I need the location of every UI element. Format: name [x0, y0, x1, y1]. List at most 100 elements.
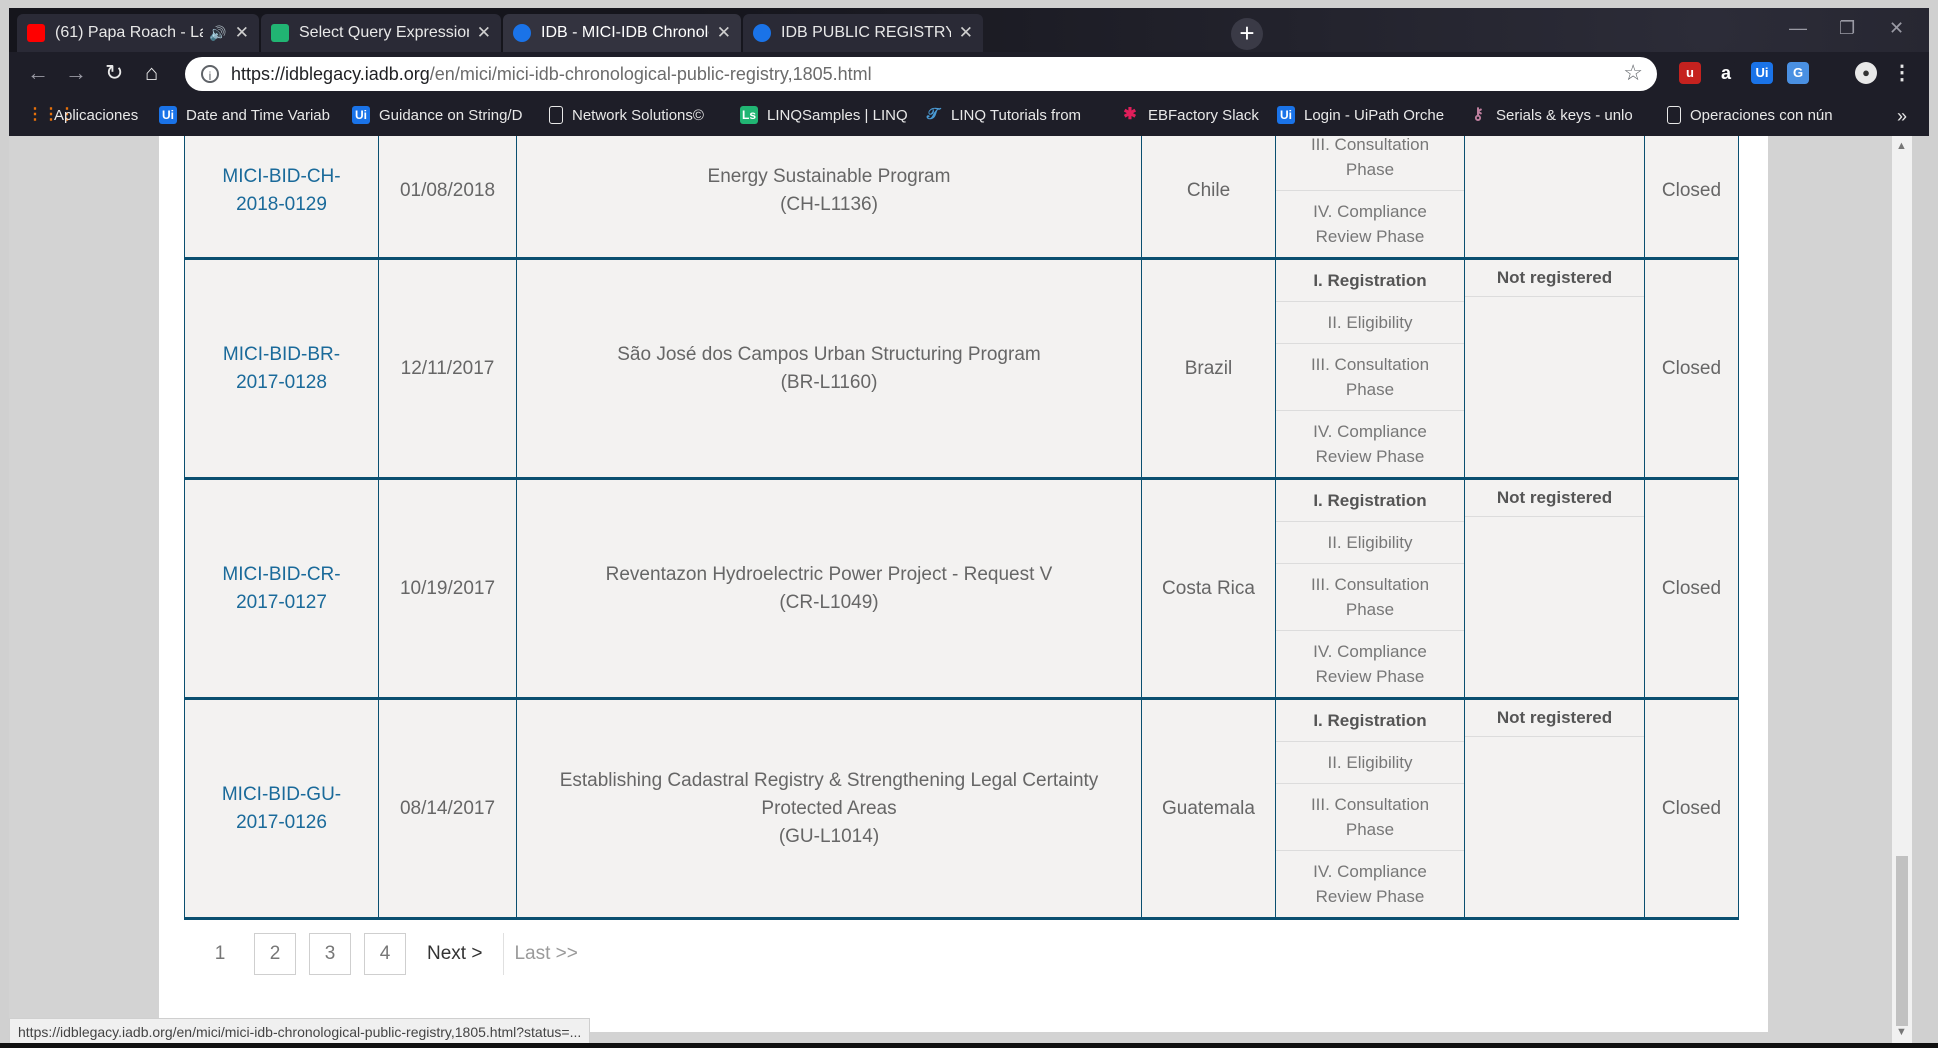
tab-title: IDB PUBLIC REGISTRY CHRONOL [781, 24, 951, 41]
uipath-icon[interactable]: Ui [1751, 62, 1773, 84]
vertical-scrollbar[interactable]: ▲ ▼ [1892, 136, 1912, 1043]
tab-title: Select Query Expression Sample | [299, 24, 469, 41]
close-icon[interactable]: ✕ [959, 23, 973, 43]
menu-icon[interactable]: ⋮ [1891, 62, 1913, 84]
pagination: 1 2 3 4 Next > Last >> [199, 932, 601, 976]
table-row: MICI-BID-CR-2017-0127 10/19/2017 Reventazo… [184, 478, 1739, 700]
bookmark-label: Serials & keys - unlo [1496, 106, 1633, 124]
phases-cell: III. Consultation Phase IV. Compliance Re… [1275, 136, 1465, 260]
phase-item: III. Consultation Phase [1276, 344, 1464, 411]
url-host: https://idblegacy.iadb.org [231, 63, 430, 84]
bookmark-serials-keys[interactable]: ⚷ Serials & keys - unlo [1469, 106, 1633, 124]
profile-avatar[interactable]: ● [1855, 62, 1877, 84]
page-link-3[interactable]: 3 [309, 933, 351, 975]
close-icon[interactable]: ✕ [235, 23, 249, 43]
tab-idb-public-registry[interactable]: IDB PUBLIC REGISTRY CHRONOL ✕ [743, 14, 983, 52]
uipath-icon: Ui [352, 106, 370, 124]
ublock-icon[interactable]: u [1679, 62, 1701, 84]
case-id-link[interactable]: MICI-BID-CR-2017-0127 [184, 478, 379, 700]
tab-youtube[interactable]: (61) Papa Roach - Last Resort 🔊 ✕ [17, 14, 259, 52]
more-bookmarks-icon[interactable]: » [1897, 106, 1907, 127]
phase-item: IV. Compliance Review Phase [1313, 642, 1427, 686]
case-status: Closed [1644, 258, 1739, 480]
project-name: Energy Sustainable Program [707, 165, 951, 187]
bookmark-label: Login - UiPath Orche [1304, 106, 1445, 124]
project-name: São José dos Campos Urban Structuring Pr… [617, 343, 1041, 365]
close-icon[interactable]: ✕ [477, 23, 491, 43]
maximize-icon[interactable]: ❐ [1839, 18, 1855, 39]
case-id-link[interactable]: MICI-BID-GU-2017-0126 [184, 698, 379, 920]
uipath-icon: Ui [1277, 106, 1295, 124]
bookmark-aplicaciones[interactable]: ⋮⋮⋮ Aplicaciones [27, 106, 138, 124]
bookmark-linq-tutorials[interactable]: 𝒯 LINQ Tutorials from [924, 106, 1081, 124]
slack-icon: ✱ [1123, 106, 1137, 123]
speaker-icon[interactable]: 🔊 [209, 25, 226, 42]
case-id-link[interactable]: MICI-BID-BR-2017-0128 [184, 258, 379, 480]
back-icon[interactable]: ← [27, 60, 49, 86]
close-icon[interactable]: ✕ [717, 23, 731, 43]
tab-linq-sample[interactable]: Select Query Expression Sample | ✕ [261, 14, 501, 52]
case-date: 01/08/2018 [378, 136, 517, 260]
linq-icon: Ls [740, 106, 758, 124]
reload-icon[interactable]: ↻ [105, 60, 123, 86]
bookmark-guidance-string[interactable]: Ui Guidance on String/D [352, 106, 522, 124]
phase-item: I. Registration [1276, 480, 1464, 522]
bookmark-linqsamples[interactable]: Ls LINQSamples | LINQ [740, 106, 908, 124]
scroll-up-icon[interactable]: ▲ [1896, 140, 1907, 152]
page-icon [549, 106, 563, 124]
project-code: (CR-L1049) [779, 591, 879, 613]
tab-idb-chronological[interactable]: IDB - MICI-IDB Chronological Pu ✕ [503, 14, 741, 52]
bookmark-network-solutions[interactable]: Network Solutions© [549, 106, 704, 124]
phase-item: III. Consultation Phase [1276, 564, 1464, 631]
address-bar[interactable]: i https://idblegacy.iadb.org/en/mici/mic… [185, 57, 1657, 91]
case-id-link[interactable]: MICI-BID-CH-2018-0129 [184, 136, 379, 260]
tab-title: (61) Papa Roach - Last Resort [55, 24, 203, 41]
phase-item: IV. Compliance Review Phase [1313, 202, 1427, 246]
phase-item: II. Eligibility [1276, 742, 1464, 784]
amazon-icon[interactable]: a [1715, 62, 1737, 84]
phase-item: III. Consultation Phase [1276, 136, 1464, 191]
phase-item: II. Eligibility [1276, 522, 1464, 564]
minimize-icon[interactable]: — [1789, 18, 1807, 39]
registration-status-cell: Not registered [1464, 698, 1645, 920]
case-date: 12/11/2017 [378, 258, 517, 480]
bookmark-star-icon[interactable]: ☆ [1623, 60, 1643, 86]
bookmark-ebfactory-slack[interactable]: ✱ EBFactory Slack [1121, 106, 1259, 124]
page-content: MICI-BID-CH-2018-0129 01/08/2018 Energy Su… [159, 136, 1768, 1032]
site-info-icon[interactable]: i [201, 65, 219, 83]
new-tab-button[interactable]: + [1231, 18, 1263, 50]
project-code: (BR-L1160) [780, 371, 878, 393]
bookmark-date-time[interactable]: Ui Date and Time Variab [159, 106, 330, 124]
phase-item: I. Registration [1276, 700, 1464, 742]
bookmark-label: Network Solutions© [572, 106, 704, 124]
bookmarks-bar: ⋮⋮⋮ Aplicaciones Ui Date and Time Variab… [9, 96, 1929, 136]
scroll-down-icon[interactable]: ▼ [1896, 1026, 1907, 1038]
country: Costa Rica [1141, 478, 1276, 700]
forward-icon[interactable]: → [65, 60, 87, 86]
browser-toolbar: ← → ↻ ⌂ i https://idblegacy.iadb.org/en/… [9, 52, 1929, 96]
url-path: /en/mici/mici-idb-chronological-public-r… [429, 63, 872, 84]
tab-strip: (61) Papa Roach - Last Resort 🔊 ✕ Select… [9, 8, 1929, 52]
page-link-4[interactable]: 4 [364, 933, 406, 975]
phase-item: IV. Compliance Review Phase [1313, 422, 1427, 466]
case-date: 10/19/2017 [378, 478, 517, 700]
page-current: 1 [214, 943, 226, 964]
project-cell: Reventazon Hydroelectric Power Project -… [516, 478, 1142, 700]
table-row: MICI-BID-BR-2017-0128 12/11/2017 São José … [184, 258, 1739, 480]
apps-grid-icon: ⋮⋮⋮ [27, 106, 75, 123]
translate-icon[interactable]: G [1787, 62, 1809, 84]
registration-status-cell [1464, 136, 1645, 260]
close-window-icon[interactable]: ✕ [1889, 18, 1904, 39]
bookmark-operaciones[interactable]: Operaciones con nún [1667, 106, 1833, 124]
table-row: MICI-BID-CH-2018-0129 01/08/2018 Energy Su… [184, 136, 1739, 260]
scroll-thumb[interactable] [1896, 856, 1908, 1026]
case-status: Closed [1644, 698, 1739, 920]
phase-list: I. Registration II. Eligibility III. Consu… [1276, 260, 1464, 477]
project-cell: Establishing Cadastral Registry & Streng… [516, 698, 1142, 920]
page-link-2[interactable]: 2 [254, 933, 296, 975]
last-page-link[interactable]: Last >> [503, 933, 587, 975]
home-icon[interactable]: ⌂ [145, 60, 158, 86]
next-page-link[interactable]: Next > [419, 933, 490, 975]
bookmark-label: Operaciones con nún [1690, 106, 1833, 124]
bookmark-uipath-login[interactable]: Ui Login - UiPath Orche [1277, 106, 1444, 124]
